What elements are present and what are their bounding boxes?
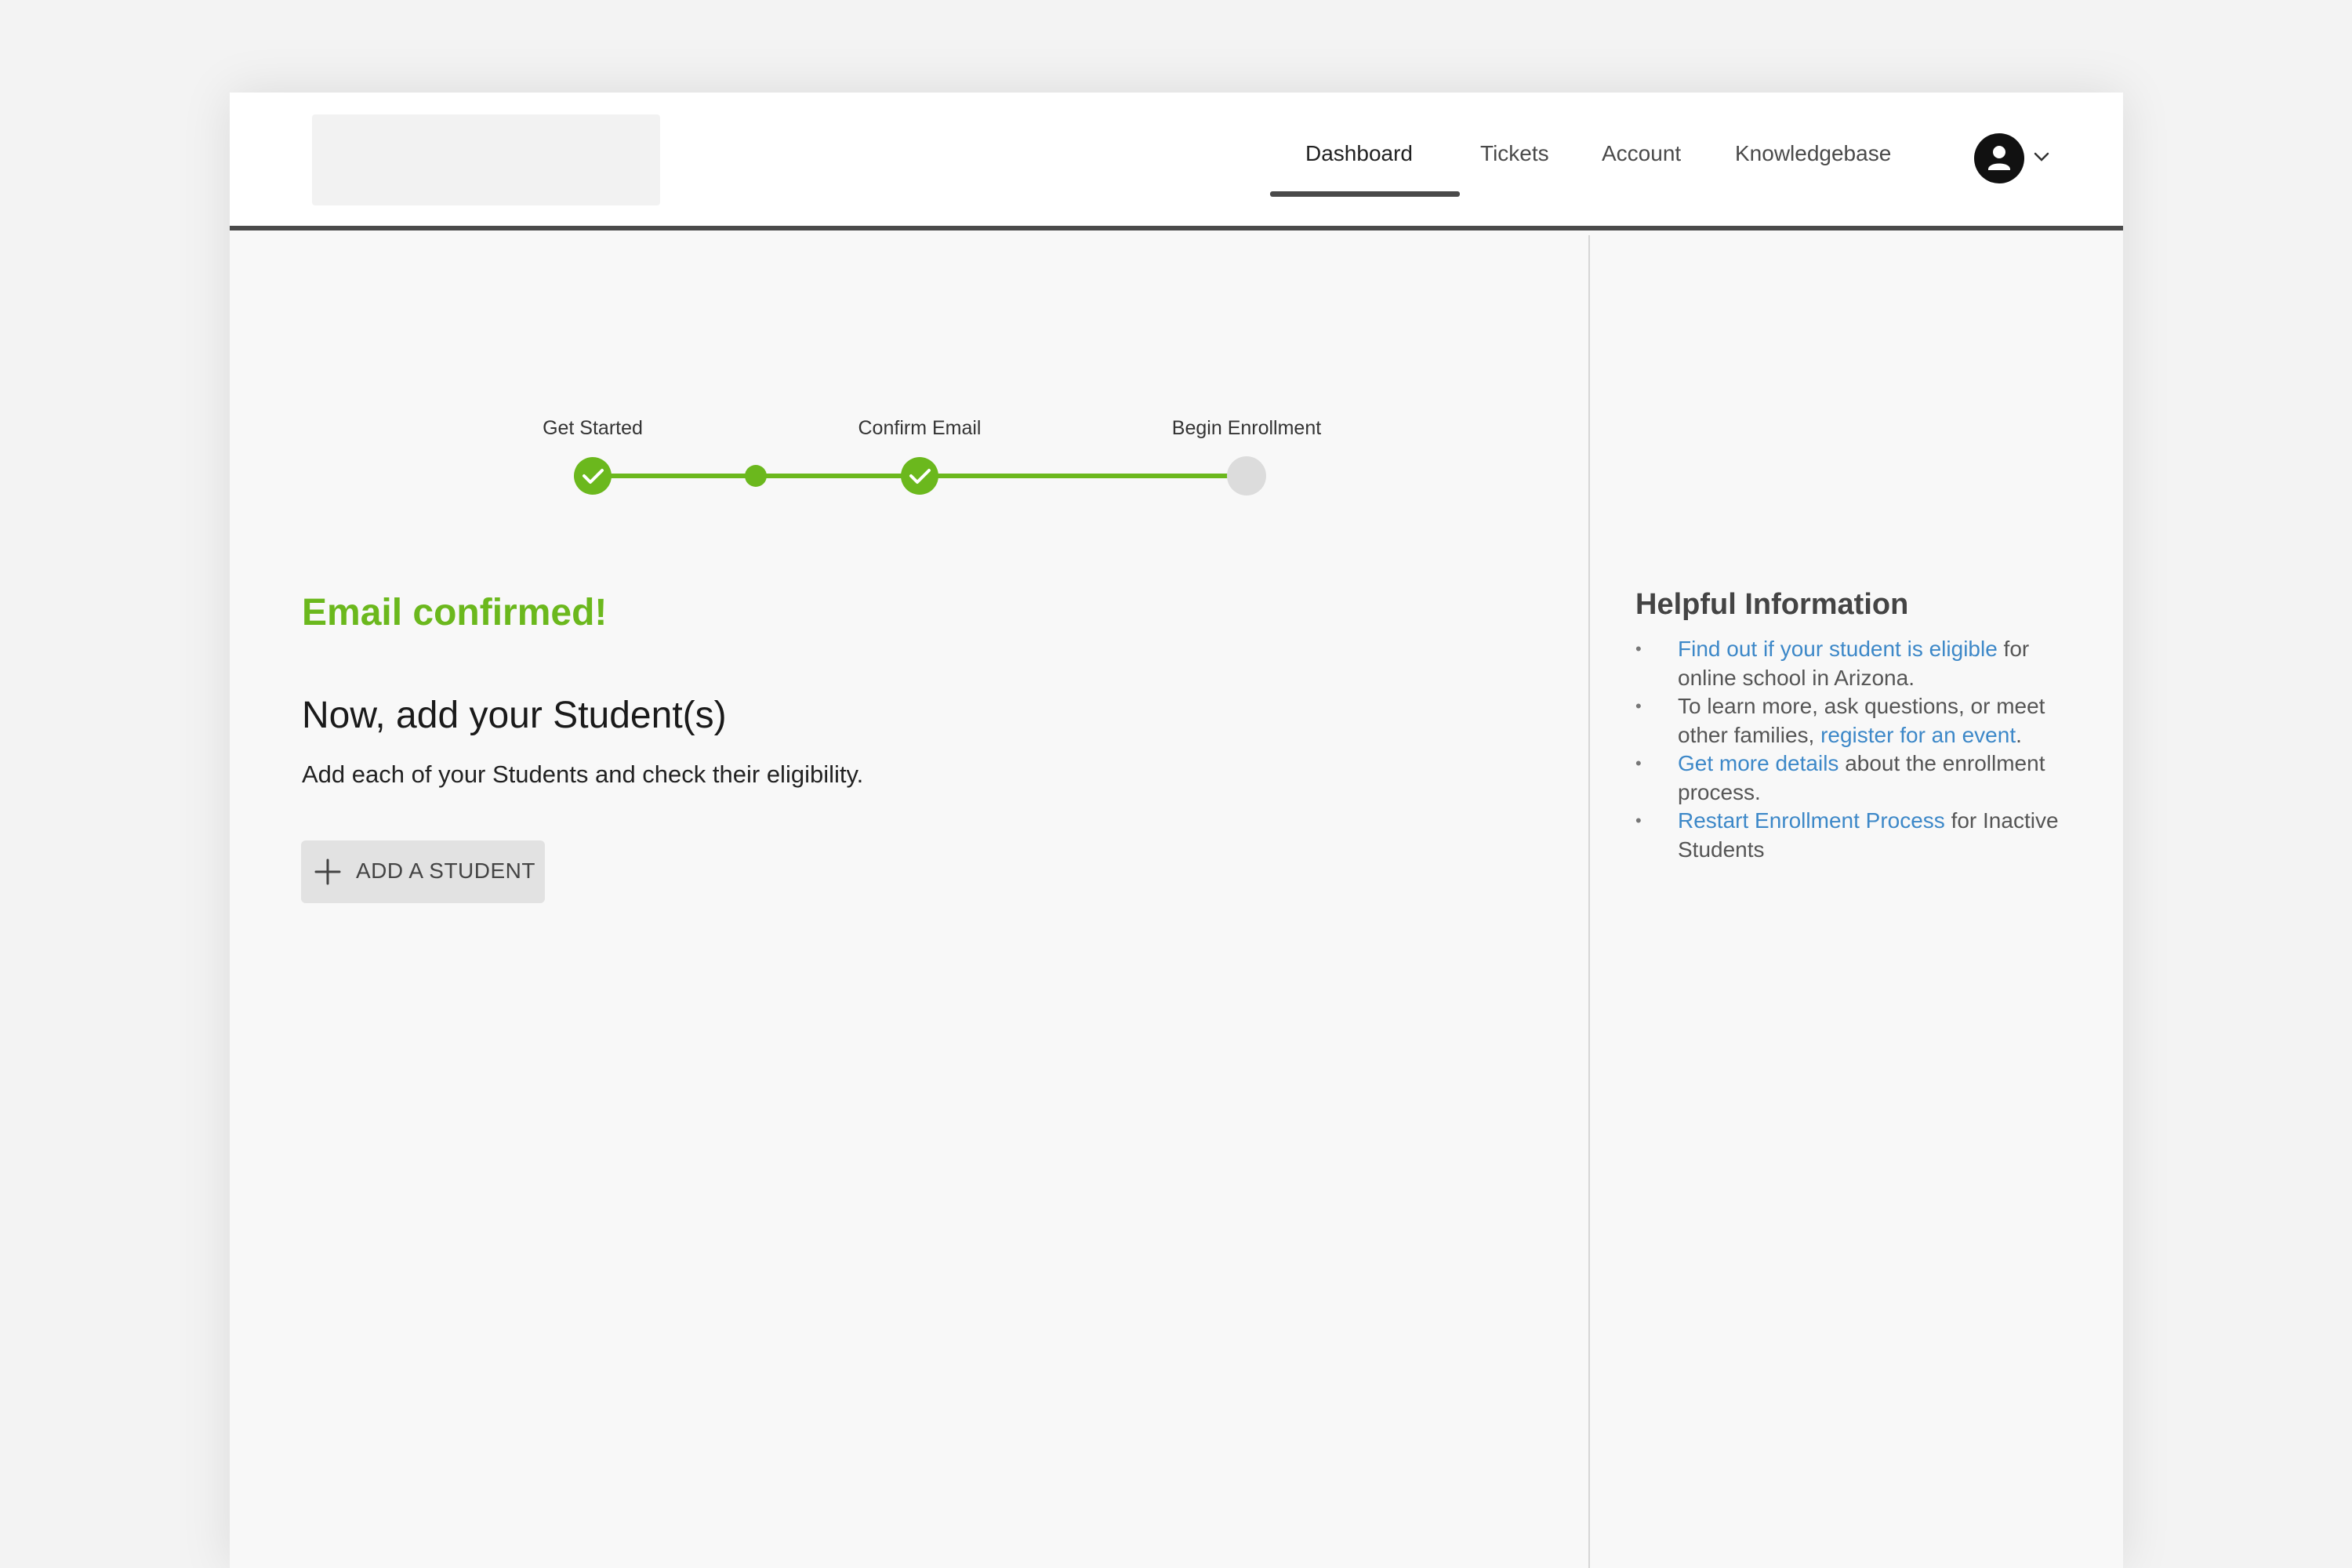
user-avatar-icon	[1974, 133, 2024, 183]
helpful-info-list: • Find out if your student is eligible fo…	[1635, 635, 2074, 864]
nav-account[interactable]: Account	[1602, 141, 1681, 166]
step-midpoint-dot	[745, 465, 767, 487]
register-event-link[interactable]: register for an event	[1820, 723, 2016, 747]
step-label-get-started: Get Started	[543, 417, 643, 439]
enrollment-stepper: Get Started Confirm Email Begin Enrollme…	[230, 235, 1588, 517]
step-2-check-icon	[901, 457, 938, 495]
step-3-pending-dot	[1227, 456, 1266, 495]
list-item: • Restart Enrollment Process for Inactive…	[1635, 808, 2059, 862]
stepper-track	[574, 456, 1266, 495]
page-heading: Now, add your Student(s)	[302, 695, 727, 736]
sidebar-title: Helpful Information	[1635, 588, 1909, 621]
nav-dashboard[interactable]: Dashboard	[1305, 141, 1413, 166]
chevron-down-icon	[2034, 152, 2049, 162]
restart-enrollment-link[interactable]: Restart Enrollment Process	[1678, 808, 1945, 833]
success-message: Email confirmed!	[302, 592, 608, 633]
add-student-button[interactable]: ADD A STUDENT	[301, 840, 545, 903]
app-window: Dashboard Tickets Account Knowledgebase	[230, 93, 2123, 1568]
add-student-label: ADD A STUDENT	[356, 858, 535, 883]
page-description: Add each of your Students and check thei…	[302, 760, 864, 788]
plus-icon	[314, 858, 341, 885]
step-label-begin-enrollment: Begin Enrollment	[1171, 417, 1322, 439]
nav-knowledgebase[interactable]: Knowledgebase	[1735, 141, 1891, 166]
list-item: • Find out if your student is eligible fo…	[1635, 637, 2030, 690]
list-item: • To learn more, ask questions, or meet o…	[1635, 694, 2045, 747]
main-content: Get Started Confirm Email Begin Enrollme…	[230, 235, 1588, 1568]
active-tab-indicator	[1270, 191, 1460, 197]
step-1-check-icon	[574, 457, 612, 495]
nav-tickets[interactable]: Tickets	[1480, 141, 1549, 166]
user-menu[interactable]	[1974, 132, 2053, 185]
main-nav: Dashboard Tickets Account Knowledgebase	[230, 93, 2123, 230]
helpful-info-sidebar: Helpful Information • Find out if your st…	[1588, 235, 2123, 1568]
more-details-link[interactable]: Get more details	[1678, 751, 1838, 775]
step-label-confirm-email: Confirm Email	[858, 417, 982, 439]
top-header: Dashboard Tickets Account Knowledgebase	[230, 93, 2123, 230]
list-item: • Get more details about the enrollment p…	[1635, 751, 2045, 804]
eligibility-link[interactable]: Find out if your student is eligible	[1678, 637, 1998, 661]
